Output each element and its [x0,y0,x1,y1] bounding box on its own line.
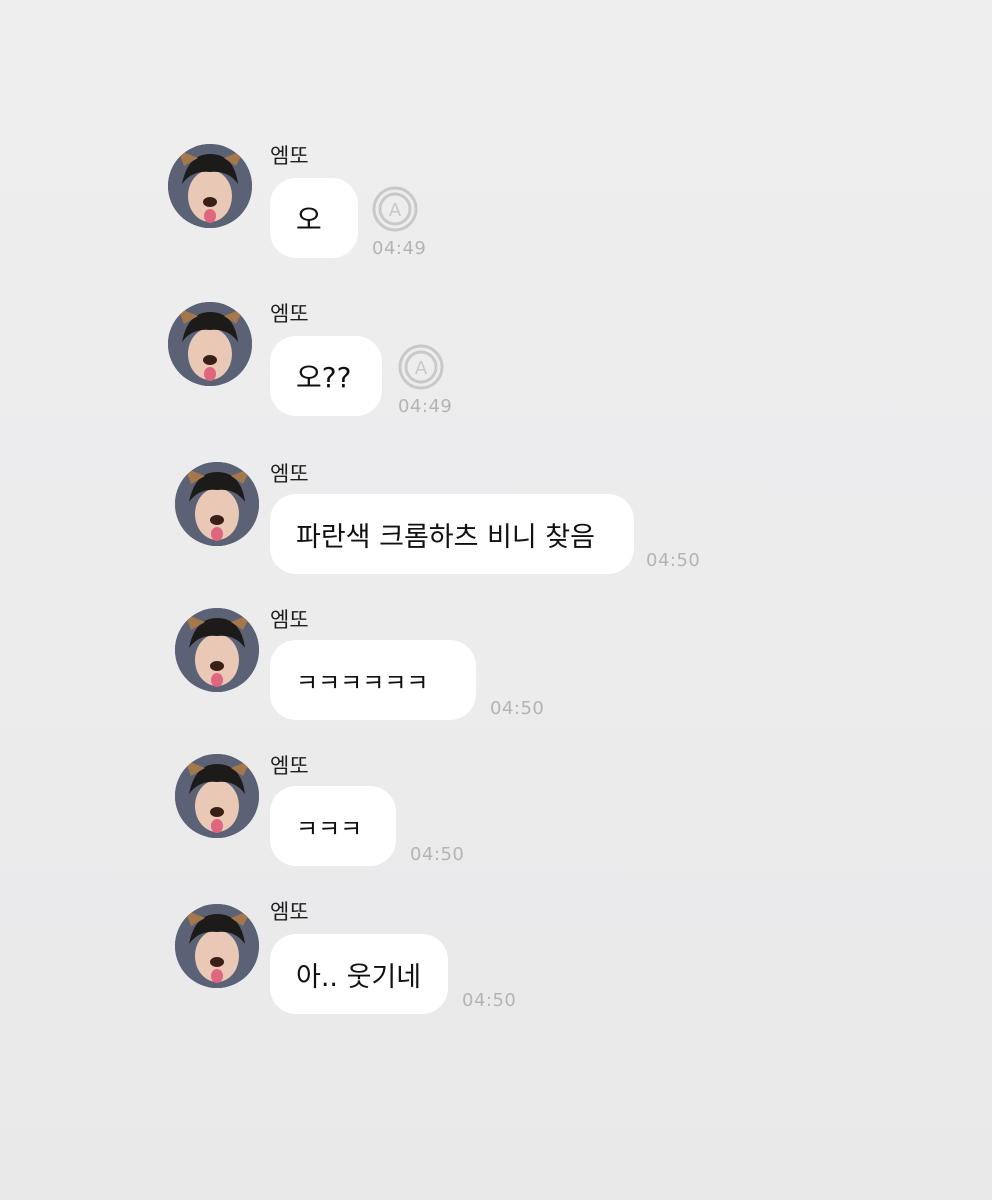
message-time: 04:50 [490,698,545,719]
chat-screen: 엠또 오 A 04:49 엠또 오?? A 04:49 엠또 파란색 크롬하츠 … [0,0,992,1200]
avatar[interactable] [175,608,259,692]
message-bubble[interactable]: 오 [270,178,358,258]
message-bubble[interactable]: 아.. 웃기네 [270,934,448,1014]
message-time: 04:49 [398,396,453,417]
avatar[interactable] [168,302,252,386]
message-row: 엠또 아.. 웃기네 04:50 [0,896,992,1036]
message-row: 엠또 오 A 04:49 [0,140,992,280]
message-time: 04:49 [372,238,427,259]
message-time: 04:50 [462,990,517,1011]
message-row: 엠또 오?? A 04:49 [0,298,992,438]
avatar[interactable] [168,144,252,228]
avatar[interactable] [175,462,259,546]
message-bubble[interactable]: ㅋㅋㅋ [270,786,396,866]
a-circle-icon: A [372,186,418,232]
unread-letter: A [415,358,428,379]
message-time: 04:50 [646,550,701,571]
sender-name: 엠또 [270,144,309,168]
avatar[interactable] [175,754,259,838]
a-circle-icon: A [398,344,444,390]
message-row: 엠또 ㅋㅋㅋ 04:50 [0,750,992,890]
message-bubble[interactable]: ㅋㅋㅋㅋㅋㅋ [270,640,476,720]
sender-name: 엠또 [270,900,309,924]
sender-name: 엠또 [270,302,309,326]
avatar[interactable] [175,904,259,988]
sender-name: 엠또 [270,608,309,632]
message-row: 엠또 ㅋㅋㅋㅋㅋㅋ 04:50 [0,604,992,744]
message-row: 엠또 파란색 크롬하츠 비니 찾음 04:50 [0,458,992,598]
sender-name: 엠또 [270,754,309,778]
unread-letter: A [389,200,402,221]
message-bubble[interactable]: 파란색 크롬하츠 비니 찾음 [270,494,634,574]
message-time: 04:50 [410,844,465,865]
message-bubble[interactable]: 오?? [270,336,382,416]
sender-name: 엠또 [270,462,309,486]
